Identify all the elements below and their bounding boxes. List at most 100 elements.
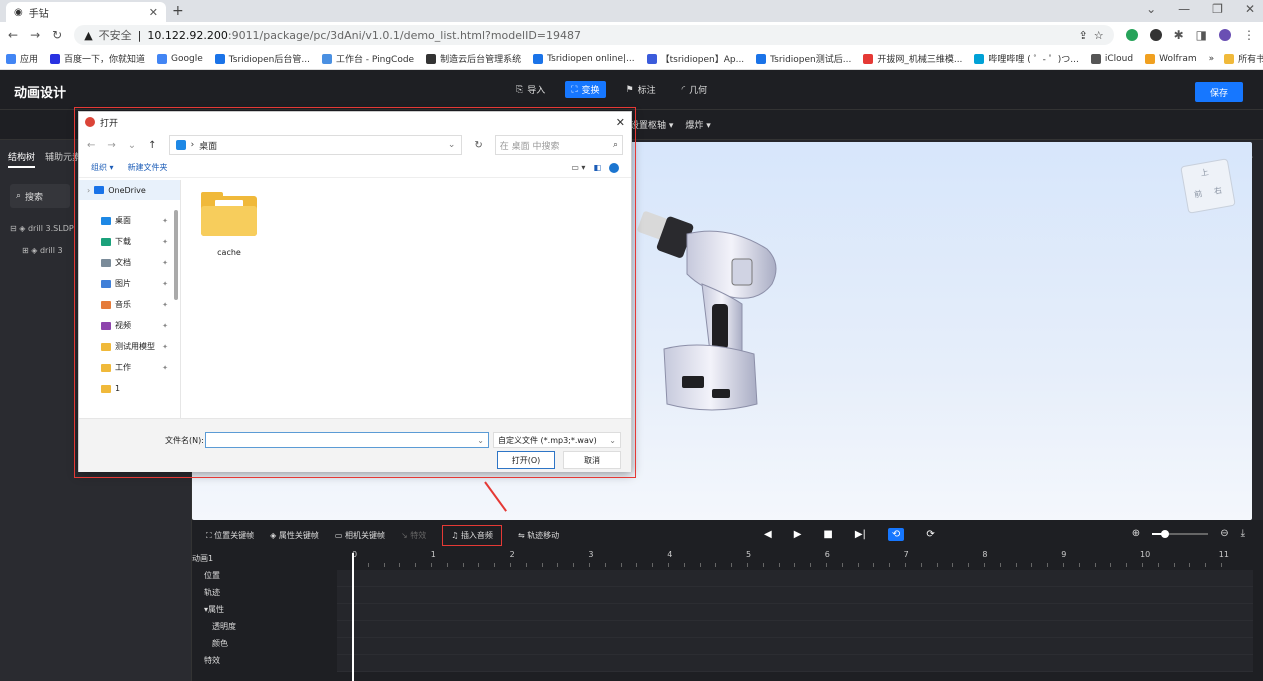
timeline-tool-4[interactable]: ♫ 插入音频 bbox=[442, 524, 502, 546]
mode-tab-1[interactable]: ⛶ 变换 bbox=[565, 81, 606, 98]
menu-icon[interactable]: ⋮ bbox=[1243, 28, 1255, 42]
timeline-tool-2[interactable]: ▭ 相机关键帧 bbox=[335, 530, 385, 541]
path-dropdown-icon[interactable]: ⌄ bbox=[448, 140, 456, 150]
nav-item[interactable]: 测试用模型 ✦ bbox=[79, 336, 180, 357]
track-row[interactable] bbox=[337, 587, 1253, 604]
drill-model[interactable] bbox=[632, 204, 792, 444]
new-folder-button[interactable]: 新建文件夹 bbox=[128, 162, 168, 173]
dialog-search-input[interactable]: 在 桌面 中搜索 ⌕ bbox=[494, 135, 623, 155]
track-row[interactable] bbox=[337, 621, 1253, 638]
stop-icon[interactable]: ■ bbox=[823, 529, 832, 540]
dialog-up-icon[interactable]: ↑ bbox=[148, 140, 156, 151]
bookmark-item[interactable]: Tsridiopen后台管... bbox=[214, 52, 310, 65]
nav-item[interactable]: 文档 ✦ bbox=[79, 252, 180, 273]
mode-tab-2[interactable]: ⚑ 标注 bbox=[620, 81, 662, 98]
close-tab-icon[interactable]: ✕ bbox=[149, 6, 158, 19]
nav-item[interactable]: 视频 ✦ bbox=[79, 315, 180, 336]
nav-item[interactable]: 桌面 ✦ bbox=[79, 210, 180, 231]
track-row[interactable] bbox=[337, 655, 1253, 672]
share-icon[interactable]: ⇪ bbox=[1079, 29, 1088, 42]
avatar[interactable] bbox=[1219, 29, 1231, 41]
bookmark-item[interactable]: iCloud bbox=[1090, 53, 1133, 64]
view-cube[interactable]: 上 右 前 bbox=[1180, 158, 1236, 214]
explode-dropdown[interactable]: 爆炸 ▾ bbox=[685, 118, 710, 131]
view-options-icon[interactable]: ▭ ▾ bbox=[571, 163, 585, 173]
expand-icon[interactable]: › bbox=[87, 186, 90, 195]
close-window-icon[interactable]: ✕ bbox=[1245, 2, 1255, 16]
time-ruler[interactable]: 0 1 2 3 4 5 6 7 8 9 10 11 bbox=[352, 550, 1252, 568]
track-label[interactable]: 位置 bbox=[192, 567, 337, 584]
dialog-forward-icon[interactable]: → bbox=[107, 140, 115, 151]
url-field[interactable]: ▲ 不安全 | 10.122.92.200:9011/package/pc/3d… bbox=[74, 25, 1114, 45]
all-bookmarks-button[interactable]: 所有书签 bbox=[1224, 52, 1263, 65]
back-icon[interactable]: ← bbox=[8, 28, 18, 42]
puzzle-icon[interactable]: ✱ bbox=[1174, 28, 1184, 42]
track-label[interactable]: 轨迹 bbox=[192, 584, 337, 601]
organize-button[interactable]: 组织 ▾ bbox=[91, 162, 114, 173]
tab-search-icon[interactable]: ⌄ bbox=[1146, 2, 1156, 16]
help-icon[interactable] bbox=[609, 162, 619, 173]
nav-item[interactable]: 工作 ✦ bbox=[79, 357, 180, 378]
dialog-history-icon[interactable]: ⌄ bbox=[128, 140, 136, 151]
track-label[interactable]: 特效 bbox=[192, 652, 337, 669]
search-button[interactable]: ⌕ 搜索 bbox=[10, 184, 70, 208]
filename-input[interactable]: ⌄ bbox=[205, 432, 489, 448]
bookmark-item[interactable]: 应用 bbox=[6, 52, 38, 65]
tab-structure-tree[interactable]: 结构树 bbox=[8, 150, 36, 168]
prev-frame-icon[interactable]: ◀ bbox=[764, 529, 772, 540]
playhead[interactable] bbox=[352, 553, 354, 681]
timeline-tool-0[interactable]: ⛶ 位置关键帧 bbox=[206, 530, 254, 541]
pivot-dropdown[interactable]: 设置枢轴 ▾ bbox=[630, 118, 673, 131]
timeline-tool-5[interactable]: ⇋ 轨迹移动 bbox=[518, 530, 559, 541]
reload-icon[interactable]: ↻ bbox=[52, 28, 62, 42]
nav-item[interactable]: › OneDrive bbox=[79, 180, 180, 200]
zoom-out-icon[interactable]: ⊖ bbox=[1220, 528, 1228, 539]
next-frame-icon[interactable]: ▶| bbox=[855, 529, 866, 540]
bookmark-item[interactable]: 【tsridiopen】Ap... bbox=[646, 52, 744, 65]
cancel-button[interactable]: 取消 bbox=[563, 451, 621, 469]
track-row[interactable] bbox=[337, 604, 1253, 621]
mode-tab-3[interactable]: ◜ 几何 bbox=[676, 81, 714, 98]
track-label[interactable]: 透明度 bbox=[192, 618, 337, 635]
bookmark-item[interactable]: Tsridiopen测试后... bbox=[756, 52, 851, 65]
sidepanel-icon[interactable]: ◨ bbox=[1196, 28, 1207, 42]
nav-item[interactable]: 下载 ✦ bbox=[79, 231, 180, 252]
download-icon[interactable]: ⤓ bbox=[1241, 528, 1245, 539]
zoom-slider[interactable] bbox=[1152, 529, 1209, 538]
zoom-in-icon[interactable]: ⊕ bbox=[1132, 528, 1140, 539]
star-icon[interactable]: ☆ bbox=[1094, 29, 1104, 42]
bookmark-item[interactable]: 哔哩哔哩 ( ゜- ゜)つ... bbox=[974, 52, 1079, 65]
bookmark-item[interactable]: Google bbox=[157, 53, 203, 64]
path-field[interactable]: › 桌面 ⌄ bbox=[168, 135, 463, 155]
nav-item[interactable]: 音乐 ✦ bbox=[79, 294, 180, 315]
browser-tab[interactable]: ◉ 手钻 ✕ bbox=[6, 2, 166, 22]
forward-icon[interactable]: → bbox=[30, 28, 40, 42]
mode-tab-0[interactable]: ⎘ 导入 bbox=[510, 81, 551, 98]
dialog-back-icon[interactable]: ← bbox=[87, 140, 95, 151]
extension-dark-icon[interactable] bbox=[1149, 29, 1162, 41]
repeat-once-icon[interactable]: ⟳ bbox=[926, 529, 934, 540]
loop-icon[interactable]: ⟲ bbox=[887, 528, 905, 541]
open-button[interactable]: 打开(O) bbox=[497, 451, 555, 469]
play-icon[interactable]: ▶ bbox=[794, 529, 802, 540]
dialog-close-icon[interactable]: ✕ bbox=[616, 116, 625, 129]
filetype-select[interactable]: 自定义文件 (*.mp3;*.wav) ⌄ bbox=[493, 432, 621, 448]
restore-icon[interactable]: ❐ bbox=[1212, 2, 1223, 16]
minimize-icon[interactable]: — bbox=[1178, 2, 1190, 16]
timeline-tool-1[interactable]: ◈ 属性关键帧 bbox=[270, 530, 319, 541]
new-tab-button[interactable]: + bbox=[172, 3, 184, 19]
nav-item[interactable]: 1 bbox=[79, 378, 180, 399]
bookmark-item[interactable]: 百度一下，你就知道 bbox=[50, 52, 145, 65]
track-label[interactable]: ▾属性 bbox=[192, 601, 337, 618]
track-row[interactable] bbox=[337, 638, 1253, 655]
dialog-refresh-icon[interactable]: ↻ bbox=[474, 140, 482, 151]
bookmarks-more-button[interactable]: » bbox=[1209, 54, 1215, 64]
preview-pane-icon[interactable]: ◧ bbox=[593, 163, 601, 173]
track-row[interactable] bbox=[337, 570, 1253, 587]
bookmark-item[interactable]: 制造云后台管理系统 bbox=[426, 52, 521, 65]
bookmark-item[interactable]: Wolfram bbox=[1145, 53, 1197, 64]
nav-item[interactable]: 图片 ✦ bbox=[79, 273, 180, 294]
bookmark-item[interactable]: 工作台 - PingCode bbox=[321, 52, 414, 65]
bookmark-item[interactable]: 开拔网_机械三维模... bbox=[863, 52, 962, 65]
bookmark-item[interactable]: Tsridiopen online|... bbox=[533, 53, 635, 64]
